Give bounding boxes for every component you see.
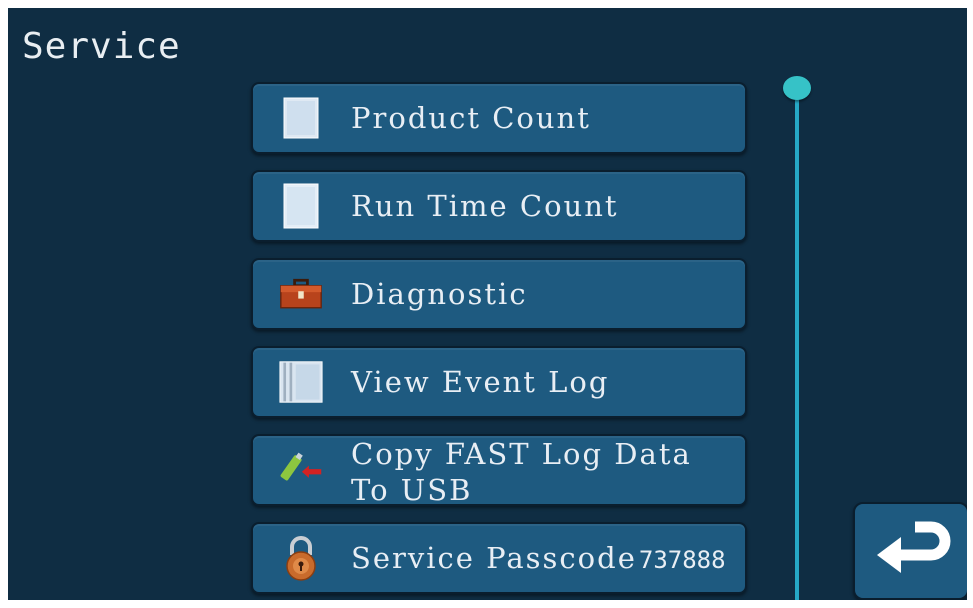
event-log-icon xyxy=(279,360,323,404)
view-event-log-button[interactable]: View Event Log xyxy=(251,346,747,418)
diagnostic-button[interactable]: Diagnostic xyxy=(251,258,747,330)
service-passcode-label: Service Passcode737888 xyxy=(351,540,735,576)
scrollbar-track[interactable] xyxy=(795,90,799,600)
copy-log-to-usb-button[interactable]: Copy FAST Log Data To USB xyxy=(251,434,747,508)
document-icon xyxy=(279,96,323,140)
service-screen: Service Product Count Run Time Count Dia… xyxy=(8,8,967,600)
document-icon xyxy=(279,183,323,229)
product-count-label: Product Count xyxy=(351,100,591,135)
toolbox-icon xyxy=(279,272,323,316)
run-time-count-button[interactable]: Run Time Count xyxy=(251,170,747,242)
back-button[interactable] xyxy=(853,502,967,600)
service-passcode-value: 737888 xyxy=(638,545,726,574)
usb-copy-icon xyxy=(279,448,323,492)
diagnostic-label: Diagnostic xyxy=(351,276,528,311)
page-title: Service xyxy=(22,26,181,67)
product-count-button[interactable]: Product Count xyxy=(251,82,747,154)
view-event-log-label: View Event Log xyxy=(351,364,610,399)
service-passcode-button[interactable]: Service Passcode737888 xyxy=(251,522,747,594)
copy-log-to-usb-label: Copy FAST Log Data To USB xyxy=(351,437,692,508)
service-passcode-text: Service Passcode xyxy=(351,540,637,575)
scrollbar-thumb[interactable] xyxy=(783,76,811,100)
padlock-icon xyxy=(279,536,323,581)
return-arrow-icon xyxy=(871,521,951,581)
run-time-count-label: Run Time Count xyxy=(351,188,619,223)
